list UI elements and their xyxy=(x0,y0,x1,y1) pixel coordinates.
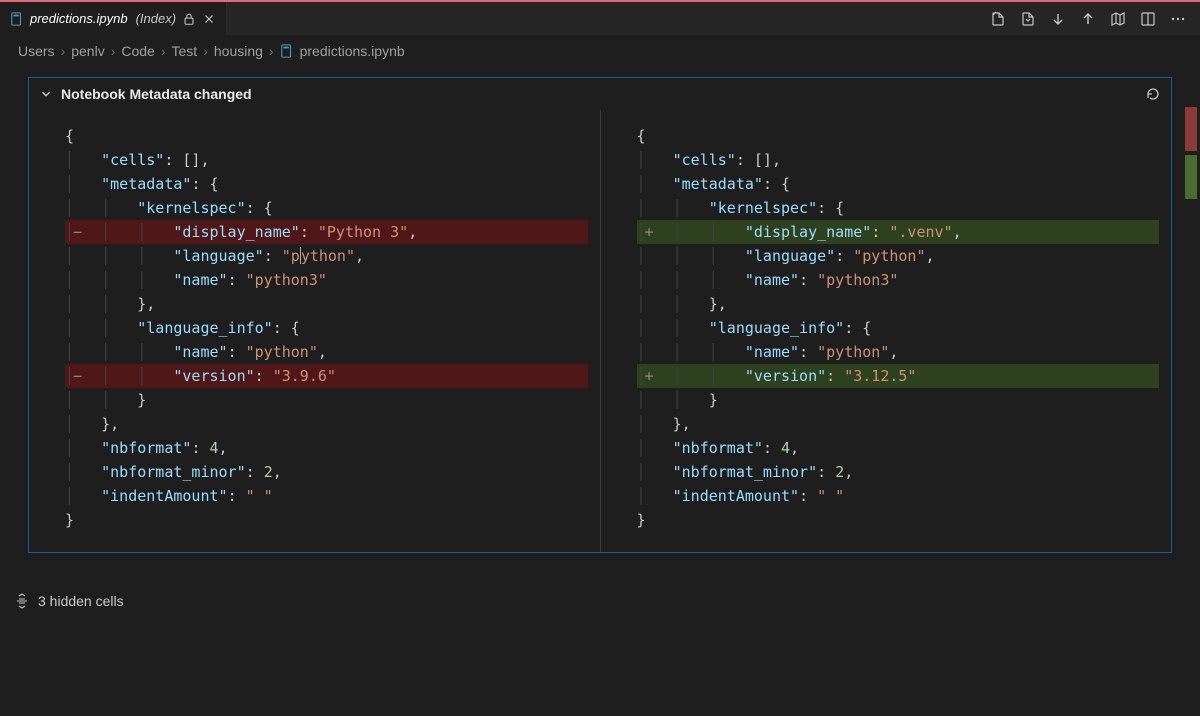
editor-tab[interactable]: predictions.ipynb (Index) xyxy=(0,2,227,35)
arrow-down-icon[interactable] xyxy=(1050,11,1066,27)
breadcrumb-segment[interactable]: Users xyxy=(18,43,55,59)
diff-title: Notebook Metadata changed xyxy=(61,86,252,102)
close-icon[interactable] xyxy=(202,12,216,26)
diff-header[interactable]: Notebook Metadata changed xyxy=(29,78,1171,110)
hidden-cells-label: 3 hidden cells xyxy=(38,593,124,609)
revert-icon[interactable] xyxy=(1145,86,1161,102)
notebook-file-icon xyxy=(10,12,24,26)
go-to-file-icon[interactable] xyxy=(1020,11,1036,27)
overview-ruler[interactable] xyxy=(1182,37,1200,697)
chevron-right-icon: › xyxy=(203,43,208,59)
tab-filename: predictions.ipynb xyxy=(30,11,128,26)
chevron-right-icon: › xyxy=(269,43,274,59)
overview-mark-added xyxy=(1185,155,1197,199)
breadcrumb-file[interactable]: predictions.ipynb xyxy=(300,43,405,59)
chevron-right-icon: › xyxy=(111,43,116,59)
breadcrumb-segment[interactable]: housing xyxy=(214,43,263,59)
notebook-file-icon xyxy=(280,43,294,59)
more-icon[interactable] xyxy=(1170,11,1186,27)
tab-suffix: (Index) xyxy=(136,11,176,26)
breadcrumb-segment[interactable]: Test xyxy=(172,43,198,59)
open-file-icon[interactable] xyxy=(990,11,1006,27)
diff-cell: Notebook Metadata changed {│ "cells": []… xyxy=(28,77,1172,553)
arrow-up-icon[interactable] xyxy=(1080,11,1096,27)
map-icon[interactable] xyxy=(1110,11,1126,27)
diff-pane-modified[interactable]: {│ "cells": [],│ "metadata": {│ │ "kerne… xyxy=(601,110,1172,552)
tab-bar: predictions.ipynb (Index) xyxy=(0,0,1200,35)
diff-pane-original[interactable]: {│ "cells": [],│ "metadata": {│ │ "kerne… xyxy=(29,110,601,552)
chevron-right-icon: › xyxy=(161,43,166,59)
editor-actions xyxy=(976,2,1200,35)
breadcrumb-segment[interactable]: penlv xyxy=(71,43,104,59)
chevron-right-icon: › xyxy=(61,43,66,59)
chevron-down-icon xyxy=(39,87,53,101)
overview-mark-deleted xyxy=(1185,107,1197,151)
diff-body: {│ "cells": [],│ "metadata": {│ │ "kerne… xyxy=(29,110,1171,552)
hidden-cells-indicator[interactable]: 3 hidden cells xyxy=(0,583,1200,619)
split-editor-icon[interactable] xyxy=(1140,11,1156,27)
unfold-icon xyxy=(14,593,30,609)
breadcrumb-segment[interactable]: Code xyxy=(121,43,154,59)
breadcrumb[interactable]: Users › penlv › Code › Test › housing › … xyxy=(0,35,1200,67)
lock-icon xyxy=(182,12,196,26)
